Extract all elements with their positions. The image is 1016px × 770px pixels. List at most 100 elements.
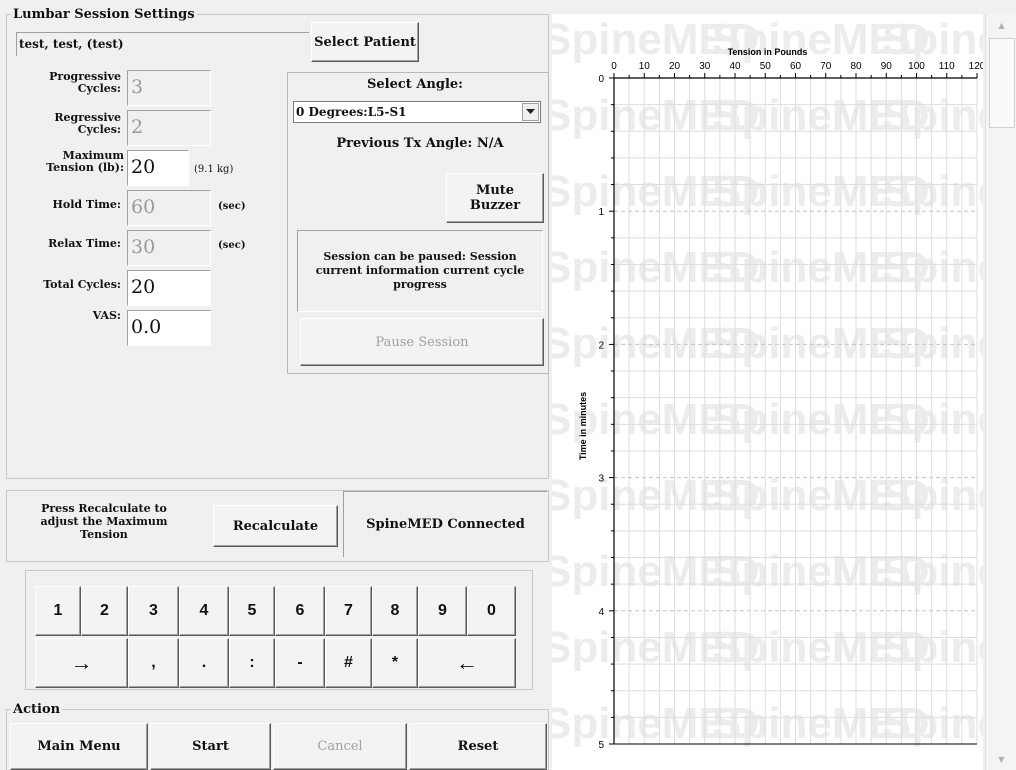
keypad-key-asterisk[interactable]: * <box>372 638 418 688</box>
x-tick-label: 90 <box>881 61 893 72</box>
scroll-down-arrow[interactable]: ▼ <box>986 750 1016 768</box>
mute-buzzer-button[interactable]: Mute Buzzer <box>446 173 544 223</box>
hold-time-input[interactable]: 60 <box>127 190 211 226</box>
y-tick-label: 2 <box>598 340 604 351</box>
chevron-down-icon <box>526 109 535 114</box>
recalculate-button[interactable]: Recalculate <box>213 505 338 547</box>
x-tick-label: 40 <box>729 61 741 72</box>
mute-buzzer-label-line1: Mute <box>475 183 515 198</box>
relax-time-unit: (sec) <box>218 240 246 251</box>
keypad-key-8[interactable]: 8 <box>372 586 418 636</box>
progressive-cycles-input[interactable]: 3 <box>127 70 211 106</box>
keypad-key-hash[interactable]: # <box>325 638 372 688</box>
keypad-key-6[interactable]: 6 <box>275 586 325 636</box>
session-settings-title: Lumbar Session Settings <box>11 7 197 22</box>
keypad-key-colon[interactable]: : <box>229 638 275 688</box>
select-angle-title: Select Angle: <box>367 77 463 92</box>
watermark-text: SpineMED <box>882 15 983 64</box>
maximum-tension-label-line2: Tension (lb): <box>46 161 124 174</box>
watermark-text: SpineMED <box>882 471 983 520</box>
connection-status-text: SpineMED Connected <box>366 517 525 532</box>
total-cycles-label: Total Cycles: <box>43 278 121 291</box>
keypad-key-arrow-left[interactable]: ← <box>418 638 516 688</box>
connection-status: SpineMED Connected <box>343 491 547 557</box>
angle-selected-value: 0 Degrees:L5-S1 <box>296 105 407 119</box>
y-tick-label: 0 <box>598 74 604 85</box>
progressive-cycles-label-line2: Cycles: <box>77 82 121 95</box>
regressive-cycles-label-line2: Cycles: <box>77 123 121 136</box>
x-tick-label: 20 <box>669 61 681 72</box>
keypad-key-comma[interactable]: , <box>128 638 179 688</box>
mute-buzzer-label-line2: Buzzer <box>469 198 521 213</box>
hold-time-label: Hold Time: <box>52 198 122 211</box>
y-tick-label: 3 <box>598 474 604 485</box>
maximum-tension-label: Maximum Tension (lb): <box>16 150 124 174</box>
maximum-tension-input[interactable]: 20 <box>127 150 189 186</box>
keypad-key-1[interactable]: 1 <box>35 586 81 636</box>
regressive-cycles-label: Regressive Cycles: <box>16 112 121 136</box>
x-tick-label: 60 <box>790 61 802 72</box>
regressive-cycles-input[interactable]: 2 <box>127 110 211 146</box>
x-tick-label: 110 <box>939 61 955 72</box>
patient-name-field: test, test, (test) <box>16 32 309 56</box>
watermark-text: SpineMED <box>882 243 983 292</box>
y-tick-label: 1 <box>598 207 604 218</box>
x-tick-label: 70 <box>820 61 832 72</box>
x-tick-label: 30 <box>699 61 711 72</box>
keypad-key-9[interactable]: 9 <box>418 586 467 636</box>
watermark-text: SpineMED <box>882 167 983 216</box>
previous-angle-text: Previous Tx Angle: N/A <box>336 136 504 151</box>
keypad-key-dash[interactable]: - <box>275 638 325 688</box>
cancel-button[interactable]: Cancel <box>273 723 407 770</box>
keypad-key-5[interactable]: 5 <box>229 586 275 636</box>
select-patient-button[interactable]: Select Patient <box>311 22 419 62</box>
tension-chart-svg: SpineMED SpineMED SpineMED SpineMED SpineMED… <box>542 15 1016 751</box>
watermark-text: SpineMED <box>882 699 983 748</box>
keypad-key-7[interactable]: 7 <box>325 586 372 636</box>
main-menu-button[interactable]: Main Menu <box>10 723 148 770</box>
progressive-cycles-label: Progressive Cycles: <box>16 71 121 95</box>
scroll-thumb[interactable] <box>989 38 1015 128</box>
keypad-key-3[interactable]: 3 <box>128 586 179 636</box>
start-button[interactable]: Start <box>150 723 271 770</box>
x-tick-label: 80 <box>850 61 862 72</box>
vertical-scrollbar[interactable]: ▲ ▼ <box>985 14 1016 770</box>
scroll-up-arrow[interactable]: ▲ <box>986 16 1016 34</box>
session-status-text: Session can be paused: Session current i… <box>315 250 525 291</box>
watermark-text: SpineMED <box>882 623 983 672</box>
x-tick-label: 100 <box>908 61 925 72</box>
total-cycles-input[interactable]: 20 <box>127 270 211 306</box>
keypad-key-0[interactable]: 0 <box>467 586 516 636</box>
watermark-text: SpineMED <box>882 91 983 140</box>
vas-label: VAS: <box>92 309 121 322</box>
watermark-text: SpineMED <box>882 547 983 596</box>
vas-input[interactable]: 0.0 <box>127 310 211 346</box>
keypad-key-arrow-right[interactable]: → <box>35 638 128 688</box>
hold-time-unit: (sec) <box>218 201 246 212</box>
session-status-box: Session can be paused: Session current i… <box>297 230 543 312</box>
watermark-text: SpineMED <box>882 395 983 444</box>
tension-chart: SpineMED SpineMED SpineMED SpineMED SpineMED… <box>542 14 1016 770</box>
action-title: Action <box>11 702 63 717</box>
keypad-key-period[interactable]: . <box>179 638 229 688</box>
x-tick-label: 50 <box>760 61 772 72</box>
reset-button[interactable]: Reset <box>409 723 547 770</box>
recalc-hint: Press Recalculate to adjust the Maximum … <box>40 502 168 541</box>
y-axis-title: Time in minutes <box>578 392 588 460</box>
x-tick-label: 0 <box>611 61 617 72</box>
x-tick-label: 120 <box>969 61 983 72</box>
y-tick-label: 5 <box>598 740 604 751</box>
x-tick-label: 10 <box>639 61 651 72</box>
angle-select[interactable]: 0 Degrees:L5-S1 <box>293 101 541 123</box>
maximum-tension-unit: (9.1 kg) <box>194 164 234 175</box>
watermark-text: SpineMED <box>882 319 983 368</box>
relax-time-label: Relax Time: <box>48 237 121 250</box>
y-tick-label: 4 <box>598 607 604 618</box>
patient-name: test, test, (test) <box>19 37 124 51</box>
angle-dropdown-button[interactable] <box>522 103 539 121</box>
pause-session-button[interactable]: Pause Session <box>300 318 544 366</box>
keypad-key-2[interactable]: 2 <box>81 586 128 636</box>
keypad-key-4[interactable]: 4 <box>179 586 229 636</box>
relax-time-input[interactable]: 30 <box>127 230 211 266</box>
x-axis-title: Tension in Pounds <box>728 47 808 57</box>
